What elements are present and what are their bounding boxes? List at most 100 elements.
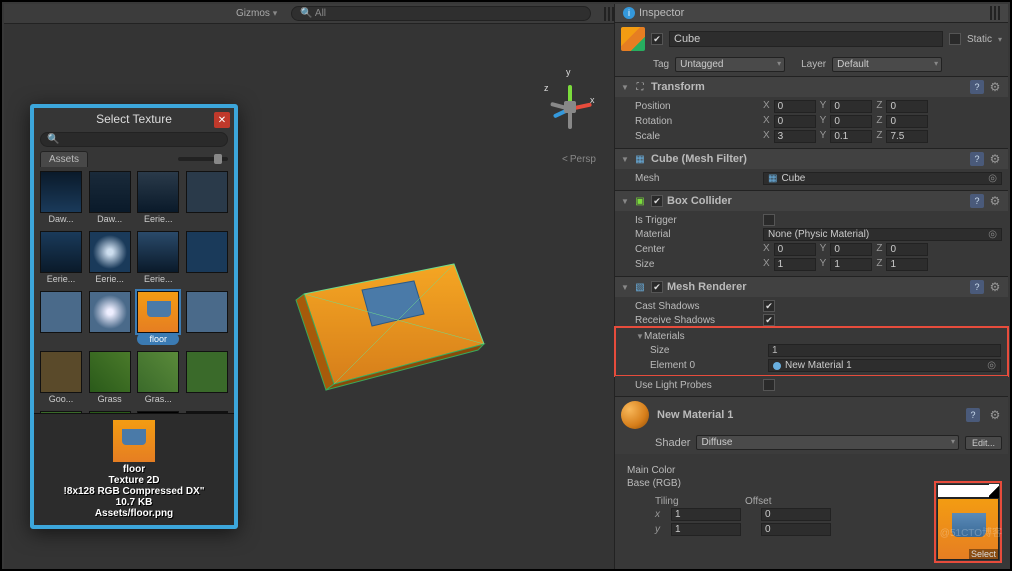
static-dropdown-icon[interactable]: ▾ — [998, 35, 1002, 44]
fold-icon[interactable]: ▼ — [621, 197, 629, 206]
pos-y[interactable]: 0 — [830, 100, 872, 113]
cast-shadows-checkbox[interactable]: ✔ — [763, 300, 775, 312]
fold-icon[interactable]: ▼ — [621, 83, 629, 92]
pos-z[interactable]: 0 — [886, 100, 928, 113]
gear-icon[interactable]: ⚙ — [988, 194, 1002, 208]
texture-item[interactable] — [186, 291, 228, 345]
texture-item[interactable] — [186, 171, 228, 225]
inspector-panel: i Inspector ✔ Cube Static ▾ Tag Untagged… — [614, 4, 1008, 569]
panel-menu-icon[interactable] — [990, 6, 1000, 20]
axis-x-label: x — [590, 95, 595, 105]
texture-item[interactable] — [89, 291, 131, 345]
offset-x[interactable]: 0 — [761, 508, 831, 521]
edit-button[interactable]: Edit... — [965, 436, 1002, 450]
help-icon[interactable]: ? — [966, 408, 980, 422]
gizmos-dropdown[interactable]: Gizmos ▾ — [228, 7, 285, 20]
layer-dropdown[interactable]: Default — [832, 57, 942, 72]
tiling-y[interactable]: 1 — [671, 523, 741, 536]
gameobject-header: ✔ Cube Static ▾ — [615, 23, 1008, 55]
gear-icon[interactable]: ⚙ — [988, 80, 1002, 94]
inspector-tab[interactable]: i Inspector — [615, 4, 1008, 23]
is-trigger-checkbox[interactable] — [763, 214, 775, 226]
asset-info-footer: floor Texture 2D !8x128 RGB Compressed D… — [34, 413, 234, 525]
transform-component: ▼ ⛶ Transform ? ⚙ PositionX0Y0Z0 Rotatio… — [615, 76, 1008, 148]
mesh-filter-component: ▼ ▦ Cube (Mesh Filter) ? ⚙ Mesh▦Cube◎ — [615, 148, 1008, 190]
axis-y-label: y — [566, 67, 571, 77]
texture-item[interactable]: Eerie... — [40, 231, 82, 285]
texture-slot-highlight: Select — [934, 481, 1002, 563]
static-checkbox[interactable] — [949, 33, 961, 45]
texture-item[interactable]: Grass — [89, 351, 131, 405]
rot-x[interactable]: 0 — [774, 115, 816, 128]
box-collider-component: ▼ ▣ ✔ Box Collider ? ⚙ Is Trigger Materi… — [615, 190, 1008, 276]
dialog-title: Select Texture ✕ — [34, 108, 234, 130]
pos-x[interactable]: 0 — [774, 100, 816, 113]
texture-item[interactable]: floor — [137, 291, 179, 345]
materials-size-field[interactable]: 1 — [768, 344, 1001, 357]
select-texture-dialog: Select Texture ✕ 🔍 Assets Daw...Daw...Ee… — [30, 104, 238, 529]
tag-dropdown[interactable]: Untagged — [675, 57, 785, 72]
texture-item[interactable]: Gras... — [137, 351, 179, 405]
watermark: @51CTO博客 — [940, 524, 1002, 539]
texture-item[interactable] — [186, 231, 228, 285]
texture-item[interactable]: Eerie... — [137, 171, 179, 225]
orientation-gizmo[interactable]: y x z — [542, 79, 598, 135]
shader-dropdown[interactable]: Diffuse — [696, 435, 959, 450]
panel-menu-icon[interactable] — [604, 7, 614, 21]
transform-icon: ⛶ — [633, 80, 647, 94]
component-enabled-checkbox[interactable]: ✔ — [651, 281, 663, 293]
mesh-field[interactable]: ▦Cube◎ — [763, 172, 1002, 185]
search-icon: 🔍 — [47, 134, 59, 145]
gear-icon[interactable]: ⚙ — [988, 152, 1002, 166]
component-enabled-checkbox[interactable]: ✔ — [651, 195, 663, 207]
search-input[interactable] — [63, 134, 221, 145]
material-preview-sphere — [621, 401, 649, 429]
texture-search[interactable]: 🔍 — [40, 132, 228, 147]
mesh-renderer-icon: ▧ — [633, 280, 647, 294]
help-icon[interactable]: ? — [970, 280, 984, 294]
gameobject-icon[interactable] — [621, 27, 645, 51]
material-element0-field[interactable]: New Material 1◎ — [768, 359, 1001, 372]
texture-item[interactable] — [40, 291, 82, 345]
thumbnail-size-slider[interactable] — [178, 157, 228, 161]
texture-item[interactable]: Daw... — [40, 171, 82, 225]
gear-icon[interactable]: ⚙ — [988, 408, 1002, 422]
texture-item[interactable]: Daw... — [89, 171, 131, 225]
close-button[interactable]: ✕ — [214, 112, 230, 128]
texture-select-button[interactable]: Select — [969, 549, 998, 559]
texture-item[interactable]: Goo... — [40, 351, 82, 405]
active-checkbox[interactable]: ✔ — [651, 33, 663, 45]
scene-search-input[interactable]: 🔍 All — [291, 6, 591, 21]
gameobject-name-field[interactable]: Cube — [669, 31, 943, 47]
texture-item[interactable]: Eerie... — [89, 231, 131, 285]
mesh-filter-icon: ▦ — [633, 152, 647, 166]
box-collider-icon: ▣ — [633, 194, 647, 208]
gear-icon[interactable]: ⚙ — [988, 280, 1002, 294]
help-icon[interactable]: ? — [970, 194, 984, 208]
rot-z[interactable]: 0 — [886, 115, 928, 128]
rot-y[interactable]: 0 — [830, 115, 872, 128]
fold-icon[interactable]: ▼ — [621, 155, 629, 164]
assets-tab[interactable]: Assets — [40, 151, 88, 167]
texture-grid: Daw...Daw...Eerie...Eerie...Eerie...Eeri… — [34, 167, 234, 413]
scene-object-cube[interactable] — [284, 244, 484, 394]
receive-shadows-checkbox[interactable]: ✔ — [763, 314, 775, 326]
scale-z[interactable]: 7.5 — [886, 130, 928, 143]
texture-item[interactable]: Eerie... — [137, 231, 179, 285]
help-icon[interactable]: ? — [970, 80, 984, 94]
light-probes-checkbox[interactable] — [763, 379, 775, 391]
texture-item[interactable] — [186, 351, 228, 405]
help-icon[interactable]: ? — [970, 152, 984, 166]
materials-highlight: ▼Materials Size1 Element 0New Material 1… — [614, 326, 1009, 377]
scale-y[interactable]: 0.1 — [830, 130, 872, 143]
axis-z-label: z — [544, 83, 549, 93]
projection-label[interactable]: Persp — [562, 154, 596, 165]
physic-material-field[interactable]: None (Physic Material)◎ — [763, 228, 1002, 241]
tag-layer-row: Tag Untagged Layer Default — [615, 55, 1008, 76]
mesh-renderer-component: ▼ ▧ ✔ Mesh Renderer ? ⚙ Cast Shadows✔ Re… — [615, 276, 1008, 396]
tiling-x[interactable]: 1 — [671, 508, 741, 521]
main-color-swatch[interactable] — [937, 484, 999, 498]
offset-y[interactable]: 0 — [761, 523, 831, 536]
fold-icon[interactable]: ▼ — [621, 283, 629, 292]
scale-x[interactable]: 3 — [774, 130, 816, 143]
